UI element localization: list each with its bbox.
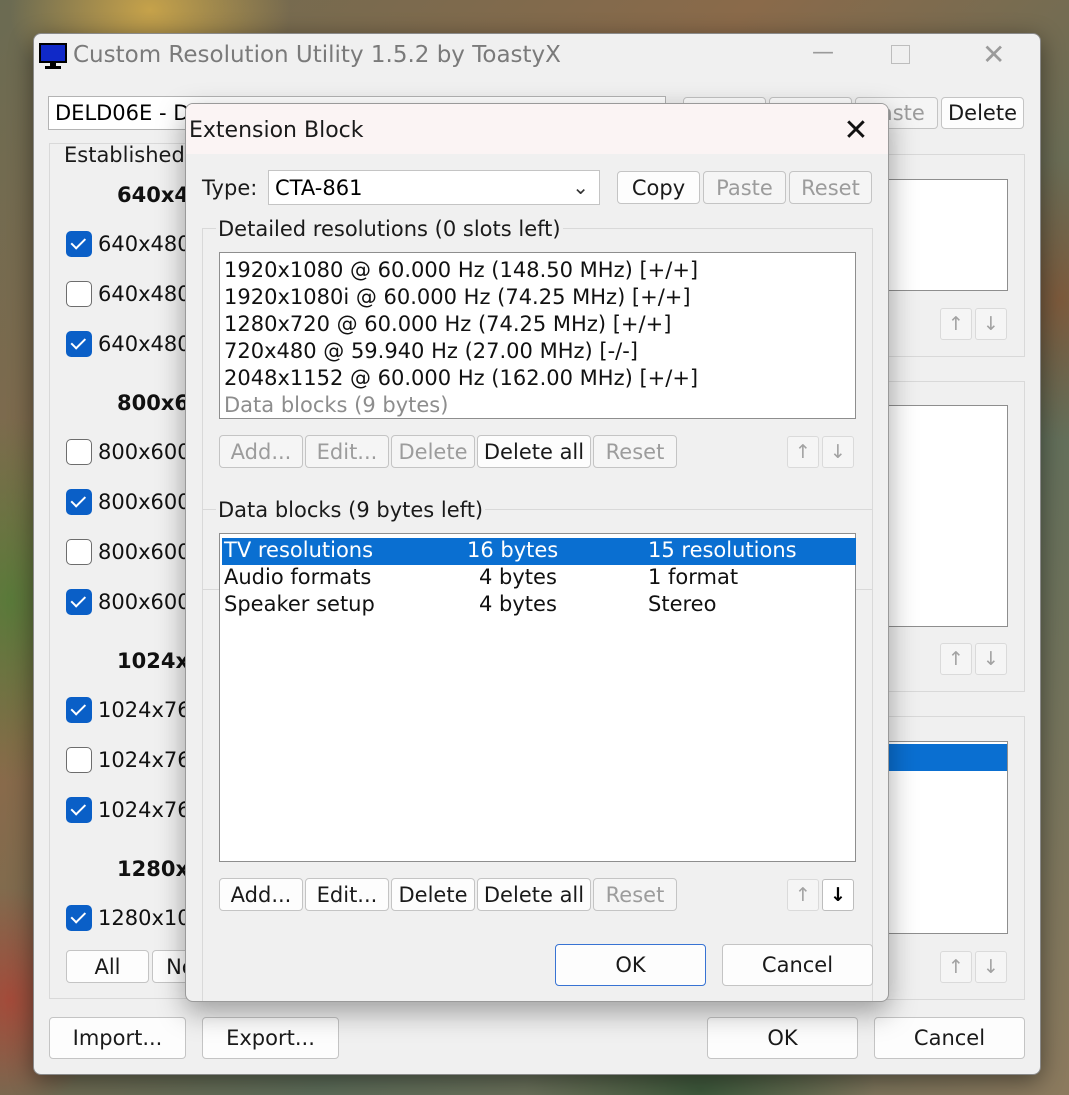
dialog-title: Extension Block — [189, 118, 364, 143]
data-delete-all-button[interactable]: Delete all — [477, 878, 591, 911]
arrow-down-icon[interactable]: ↓ — [822, 879, 854, 911]
move-down-icon[interactable]: ↓ — [975, 308, 1007, 340]
main-ok-button[interactable]: OK — [707, 1017, 858, 1059]
checkbox-1280-75[interactable] — [66, 905, 92, 931]
reset-button[interactable]: Reset — [789, 171, 872, 204]
dialog-close-icon[interactable]: ✕ — [838, 112, 874, 148]
checkbox-800-60[interactable] — [66, 489, 92, 515]
type-dropdown[interactable]: CTA-861 ⌄ — [268, 170, 600, 205]
arrow-down-icon[interactable]: ↓ — [822, 436, 854, 468]
move-up-icon[interactable]: ↑ — [940, 643, 972, 675]
checkbox-800-72[interactable] — [66, 539, 92, 565]
data-block-row[interactable]: Audio formats 4 bytes 1 format — [222, 565, 856, 592]
data-add-button[interactable]: Add... — [219, 878, 303, 911]
main-window-title: Custom Resolution Utility 1.5.2 by Toast… — [73, 42, 561, 68]
data-block-info: Stereo — [648, 592, 717, 616]
data-block-row[interactable]: Speaker setup 4 bytes Stereo — [222, 592, 856, 619]
data-blocks-label: Data blocks (9 bytes left) — [216, 498, 486, 522]
list-item[interactable]: 2048x1152 @ 60.000 Hz (162.00 MHz) [+/+] — [224, 365, 855, 392]
list-item[interactable]: 1280x720 @ 60.000 Hz (74.25 MHz) [+/+] — [224, 311, 855, 338]
checkbox-1024-75[interactable] — [66, 797, 92, 823]
main-close-icon[interactable]: ✕ — [982, 38, 1005, 71]
data-blocks-list[interactable]: TV resolutions 16 bytes 15 resolutions A… — [219, 533, 856, 862]
data-edit-button[interactable]: Edit... — [305, 878, 389, 911]
data-block-info: 1 format — [648, 565, 739, 589]
type-dropdown-value: CTA-861 — [275, 175, 363, 200]
minimize-icon[interactable]: — — [812, 40, 834, 65]
data-block-size: 16 bytes — [467, 538, 559, 562]
move-down-icon[interactable]: ↓ — [975, 951, 1007, 983]
data-delete-button[interactable]: Delete — [391, 878, 475, 911]
data-reset-button[interactable]: Reset — [593, 878, 677, 911]
type-label: Type: — [202, 176, 258, 200]
chevron-down-icon: ⌄ — [572, 175, 589, 199]
select-all-button[interactable]: All — [66, 950, 149, 983]
import-button[interactable]: Import... — [49, 1017, 186, 1059]
move-up-icon[interactable]: ↑ — [940, 308, 972, 340]
detailed-edit-button[interactable]: Edit... — [305, 435, 389, 468]
data-block-name: Speaker setup — [224, 592, 375, 616]
checkbox-640-72[interactable] — [66, 331, 92, 357]
data-block-row[interactable]: TV resolutions 16 bytes 15 resolutions — [222, 538, 856, 565]
detailed-resolutions-label: Detailed resolutions (0 slots left) — [216, 217, 563, 241]
checkbox-800-56[interactable] — [66, 439, 92, 465]
selected-list-item[interactable] — [876, 744, 1007, 771]
checkbox-640-60[interactable] — [66, 231, 92, 257]
data-block-name: TV resolutions — [224, 538, 374, 562]
monitor-icon — [39, 43, 67, 69]
checkbox-1024-70[interactable] — [66, 747, 92, 773]
data-block-size: 4 bytes — [479, 592, 557, 616]
checkbox-1024-60[interactable] — [66, 697, 92, 723]
detailed-resolutions-list[interactable]: 1920x1080 @ 60.000 Hz (148.50 MHz) [+/+]… — [219, 252, 856, 419]
detailed-delete-button[interactable]: Delete — [391, 435, 475, 468]
list-item[interactable]: Data blocks (9 bytes) — [224, 392, 855, 419]
list-item[interactable]: 1920x1080 @ 60.000 Hz (148.50 MHz) [+/+] — [224, 257, 855, 284]
maximize-icon[interactable] — [891, 45, 910, 64]
delete-display-button[interactable]: Delete — [941, 97, 1024, 129]
detailed-add-button[interactable]: Add... — [219, 435, 303, 468]
data-block-name: Audio formats — [224, 565, 372, 589]
list-item[interactable]: 1920x1080i @ 60.000 Hz (74.25 MHz) [+/+] — [224, 284, 855, 311]
move-up-icon[interactable]: ↑ — [940, 951, 972, 983]
copy-button[interactable]: Copy — [617, 171, 700, 204]
paste-button[interactable]: Paste — [703, 171, 786, 204]
arrow-up-icon[interactable]: ↑ — [787, 436, 819, 468]
extension-blocks-list[interactable] — [875, 741, 1008, 934]
checkbox-640-67[interactable] — [66, 281, 92, 307]
move-down-icon[interactable]: ↓ — [975, 643, 1007, 675]
extension-block-dialog: Extension Block ✕ Type: CTA-861 ⌄ Copy P… — [185, 103, 889, 1002]
extension-list-main[interactable] — [875, 405, 1008, 627]
data-block-info: 15 resolutions — [648, 538, 797, 562]
export-button[interactable]: Export... — [202, 1017, 339, 1059]
detailed-reset-button[interactable]: Reset — [593, 435, 677, 468]
main-cancel-button[interactable]: Cancel — [874, 1017, 1025, 1059]
detailed-list-main[interactable] — [875, 179, 1008, 291]
detailed-delete-all-button[interactable]: Delete all — [477, 435, 591, 468]
dialog-cancel-button[interactable]: Cancel — [722, 944, 873, 986]
list-item[interactable]: 720x480 @ 59.940 Hz (27.00 MHz) [-/-] — [224, 338, 855, 365]
dialog-ok-button[interactable]: OK — [555, 944, 706, 986]
checkbox-800-75[interactable] — [66, 589, 92, 615]
arrow-up-icon[interactable]: ↑ — [787, 879, 819, 911]
data-block-size: 4 bytes — [479, 565, 557, 589]
